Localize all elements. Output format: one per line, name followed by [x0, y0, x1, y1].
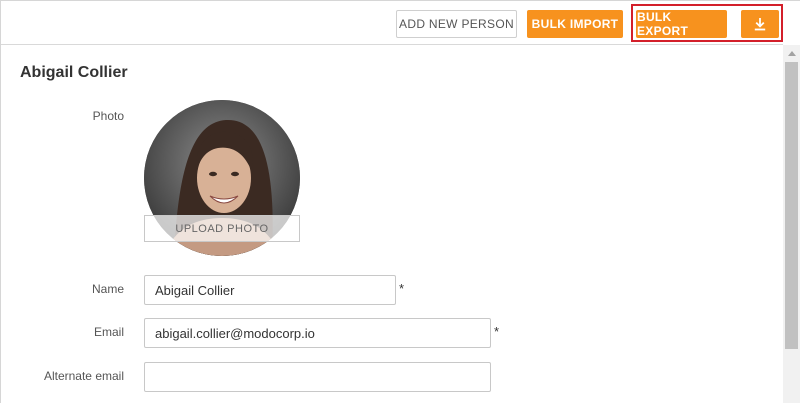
name-label: Name [91, 282, 124, 296]
bulk-import-button[interactable]: BULK IMPORT [527, 10, 623, 38]
frame-left-border [0, 0, 1, 403]
email-field[interactable] [144, 318, 491, 348]
name-required-marker: * [399, 281, 405, 296]
email-label: Email [93, 325, 124, 339]
alternate-email-label: Alternate email [43, 369, 124, 383]
chevron-up-icon [787, 50, 796, 56]
alternate-email-field[interactable] [144, 362, 491, 392]
bulk-export-button[interactable]: BULK EXPORT [636, 10, 727, 38]
email-required-marker: * [494, 324, 500, 339]
add-new-person-button[interactable]: ADD NEW PERSON [396, 10, 517, 38]
download-button[interactable] [741, 10, 779, 38]
scrollbar-thumb[interactable] [785, 62, 798, 349]
scroll-up-arrow[interactable] [783, 45, 800, 61]
name-field[interactable] [144, 275, 396, 305]
photo-label: Photo [92, 109, 124, 123]
page-title: Abigail Collier [20, 64, 128, 81]
download-icon [754, 18, 766, 31]
upload-photo-button[interactable]: UPLOAD PHOTO [144, 215, 300, 242]
toolbar-divider [1, 44, 783, 45]
